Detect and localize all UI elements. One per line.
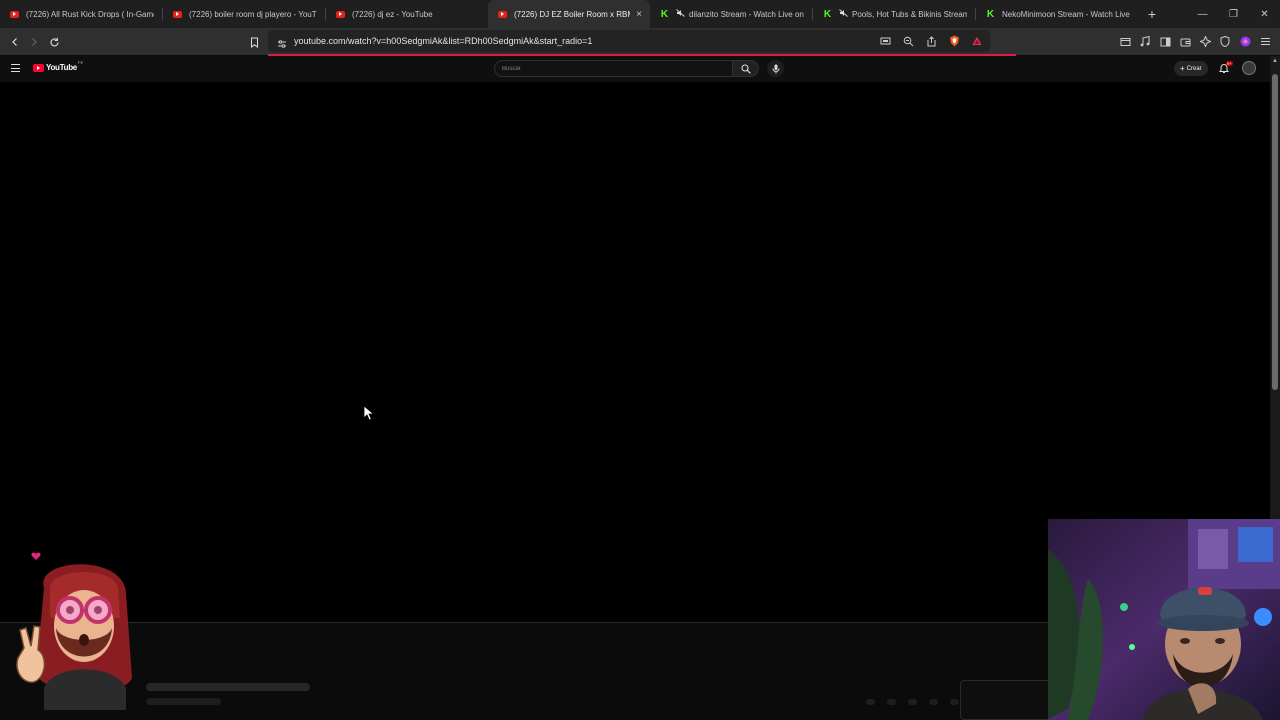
media-controls-icon[interactable]: [1138, 35, 1152, 49]
youtube-favicon-icon: [173, 10, 182, 18]
microphone-icon: [772, 64, 779, 73]
kick-favicon-icon: K: [823, 8, 832, 20]
scrollbar-thumb[interactable]: [1272, 74, 1278, 390]
youtube-logo[interactable]: YouTube PE: [33, 60, 84, 72]
browser-tab-strip: (7226) All Rust Kick Drops ( In-Game (72…: [0, 0, 1280, 28]
youtube-favicon-icon: [10, 10, 19, 18]
share-icon[interactable]: [924, 34, 938, 48]
create-button[interactable]: + Crear: [1174, 61, 1208, 76]
search-button[interactable]: [732, 60, 759, 77]
browser-toolbar: youtube.com/watch?v=h00SedgmiAk&list=RDh…: [0, 28, 1280, 55]
address-bar-actions: [878, 30, 984, 52]
leo-ai-icon[interactable]: [1198, 35, 1212, 49]
tab-title: (7226) boiler room dj playero - YouT: [189, 9, 317, 19]
youtube-favicon-icon: [336, 10, 345, 18]
browser-tab[interactable]: (7226) boiler room dj playero - YouT: [163, 0, 325, 28]
tab-title: Pools, Hot Tubs & Bikinis Stream: [852, 9, 967, 19]
browser-menu-icon[interactable]: [1258, 35, 1272, 49]
scroll-up-arrow-icon[interactable]: ▲: [1270, 56, 1280, 66]
close-tab-icon[interactable]: ×: [636, 9, 642, 20]
reload-icon: [50, 37, 59, 46]
address-bar[interactable]: youtube.com/watch?v=h00SedgmiAk&list=RDh…: [268, 30, 990, 52]
forward-button[interactable]: [24, 32, 44, 52]
vpn-shield-icon[interactable]: [1218, 35, 1232, 49]
create-label: Crear: [1186, 65, 1202, 72]
tab-title: dilanzito Stream - Watch Live on: [689, 9, 804, 19]
bookmark-button[interactable]: [244, 32, 264, 52]
country-code: PE: [77, 60, 84, 65]
kick-favicon-icon: K: [660, 8, 669, 20]
browser-tab[interactable]: (7226) All Rust Kick Drops ( In-Game: [0, 0, 162, 28]
youtube-wordmark: YouTube: [46, 63, 77, 72]
brave-shields-icon[interactable]: [947, 34, 961, 48]
voice-search-button[interactable]: [767, 60, 784, 77]
window-controls: — ❐ ✕: [1187, 0, 1280, 28]
wallet-icon[interactable]: [1178, 35, 1192, 49]
forward-arrow-icon: [32, 38, 37, 46]
brave-rewards-icon[interactable]: [970, 34, 984, 48]
title-skeleton: [146, 683, 310, 691]
sidebar-icon[interactable]: [1158, 35, 1172, 49]
streamer-cartoon-avatar: [16, 552, 132, 710]
youtube-masthead: YouTube PE + Crear 9+: [0, 56, 1270, 82]
browser-tab[interactable]: K Pools, Hot Tubs & Bikinis Stream: [813, 0, 975, 28]
streamer-webcam-feed: [1048, 519, 1280, 720]
extensions-area: [1118, 28, 1272, 55]
plus-icon: +: [1180, 64, 1185, 73]
search-input[interactable]: [502, 65, 702, 72]
browser-tab[interactable]: K dilanzito Stream - Watch Live on: [650, 0, 812, 28]
tab-title: NekoMinimoon Stream - Watch Live: [1002, 9, 1130, 19]
search-box[interactable]: [494, 60, 732, 77]
minimize-button[interactable]: —: [1187, 0, 1218, 28]
url-text: youtube.com/watch?v=h00SedgmiAk&list=RDh…: [294, 36, 593, 46]
profile-extension-icon[interactable]: [1238, 35, 1252, 49]
zoom-icon[interactable]: [901, 34, 915, 48]
tab-title: (7226) DJ EZ Boiler Room x RBM: [514, 9, 631, 19]
cast-icon[interactable]: [878, 34, 892, 48]
tab-title: (7226) All Rust Kick Drops ( In-Game: [26, 9, 154, 19]
youtube-favicon-icon: [498, 10, 507, 18]
account-avatar[interactable]: [1242, 61, 1256, 75]
tab-search-icon[interactable]: [1118, 35, 1132, 49]
kick-favicon-icon: K: [986, 8, 995, 20]
notification-count-badge: 9+: [1226, 61, 1233, 66]
muted-speaker-icon[interactable]: [839, 9, 848, 19]
youtube-play-icon: [33, 63, 44, 72]
tab-title: (7226) dj ez - YouTube: [352, 9, 433, 19]
new-tab-button[interactable]: +: [1138, 6, 1166, 22]
back-button[interactable]: [5, 32, 25, 52]
site-settings-icon[interactable]: [277, 36, 287, 54]
search-icon: [740, 63, 751, 74]
muted-speaker-icon[interactable]: [676, 9, 685, 19]
browser-tab-active[interactable]: (7226) DJ EZ Boiler Room x RBM ×: [488, 0, 650, 28]
restore-button[interactable]: ❐: [1218, 0, 1249, 28]
mouse-cursor-icon: [363, 405, 375, 421]
bookmark-icon: [250, 37, 258, 48]
reload-button[interactable]: [44, 32, 64, 52]
browser-tab[interactable]: K NekoMinimoon Stream - Watch Live: [976, 0, 1138, 28]
side-panel-skeleton: [960, 680, 1050, 720]
browser-tab[interactable]: (7226) dj ez - YouTube: [326, 0, 488, 28]
action-buttons-skeleton: [866, 699, 959, 705]
channel-skeleton: [146, 698, 221, 705]
close-window-button[interactable]: ✕: [1249, 0, 1280, 28]
guide-menu-icon[interactable]: [11, 64, 20, 72]
back-arrow-icon: [12, 38, 17, 46]
